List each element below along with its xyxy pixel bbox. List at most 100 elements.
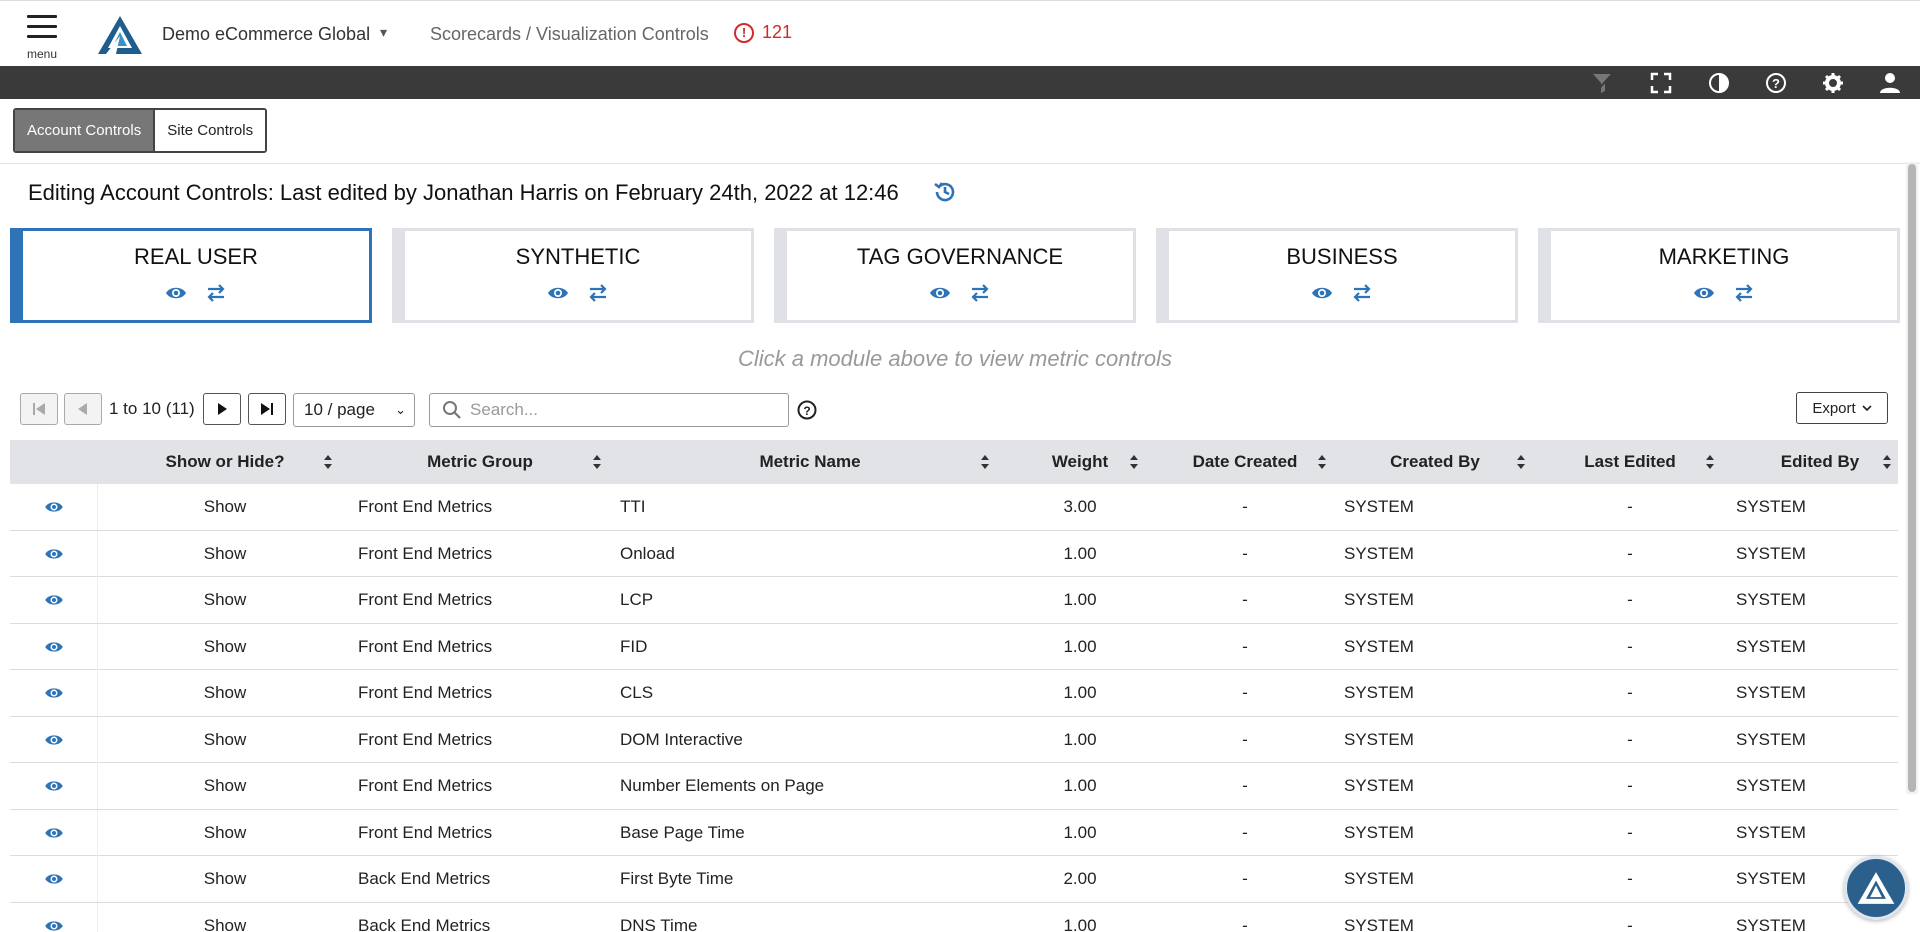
cell-show-or-hide: Show <box>203 590 247 609</box>
module-hint-text: Click a module above to view metric cont… <box>737 346 1173 371</box>
settings-icon[interactable] <box>1820 70 1846 96</box>
account-dropdown-icon[interactable]: ▾ <box>380 24 387 41</box>
cell-date-created: - <box>1242 683 1248 702</box>
table-row: Show Front End Metrics Onload 1.00 - SYSTEM - S… <box>10 530 1898 577</box>
sort-icon[interactable] <box>322 452 334 472</box>
module-card-marketing[interactable]: MARKETING <box>1538 228 1900 323</box>
cell-last-edited: - <box>1627 497 1633 516</box>
visibility-toggle-eye-icon[interactable] <box>10 530 98 577</box>
visibility-toggle-eye-icon[interactable] <box>10 902 98 932</box>
svg-text:?: ? <box>803 404 810 418</box>
swap-arrows-icon[interactable] <box>1733 283 1755 303</box>
help-icon[interactable]: ? <box>1763 70 1789 96</box>
last-page-button[interactable] <box>248 393 286 425</box>
column-header-metric-group[interactable]: Metric Group <box>350 440 610 484</box>
eye-icon[interactable] <box>547 283 569 303</box>
cell-metric-name: Base Page Time <box>620 822 745 842</box>
sort-icon[interactable] <box>979 452 991 472</box>
swap-arrows-icon[interactable] <box>1351 283 1373 303</box>
search-input[interactable] <box>470 400 770 420</box>
cell-last-edited: - <box>1627 683 1633 702</box>
fullscreen-icon[interactable] <box>1648 70 1674 96</box>
next-page-button[interactable] <box>203 393 241 425</box>
account-name[interactable]: Demo eCommerce Global <box>162 24 370 45</box>
module-card-business[interactable]: BUSINESS <box>1156 228 1518 323</box>
swap-arrows-icon[interactable] <box>969 283 991 303</box>
cell-edited-by: SYSTEM <box>1736 683 1806 702</box>
eye-icon[interactable] <box>929 283 951 303</box>
cell-metric-group: Front End Metrics <box>358 590 493 609</box>
sort-icon[interactable] <box>1704 452 1716 472</box>
module-title: TAG GOVERNANCE <box>856 244 1064 269</box>
column-header-last-edited[interactable]: Last Edited <box>1530 440 1730 484</box>
breadcrumb: Scorecards / Visualization Controls <box>430 24 709 44</box>
visibility-toggle-eye-icon[interactable] <box>10 577 98 623</box>
visibility-toggle-eye-icon[interactable] <box>10 484 98 530</box>
tab-site-controls[interactable]: Site Controls <box>155 110 266 151</box>
visibility-toggle-eye-icon[interactable] <box>10 856 98 902</box>
cell-show-or-hide: Show <box>203 915 247 932</box>
export-button[interactable]: Export <box>1796 392 1888 424</box>
contrast-icon[interactable] <box>1706 70 1732 96</box>
swap-arrows-icon[interactable] <box>587 283 609 303</box>
module-title: SYNTHETIC <box>515 244 641 269</box>
tab-account-controls[interactable]: Account Controls <box>15 110 156 151</box>
first-page-icon <box>33 403 45 415</box>
page-scrollbar[interactable] <box>1906 162 1918 794</box>
module-card-real-user[interactable]: REAL USER <box>10 228 372 323</box>
column-header-show-or-hide[interactable]: Show or Hide? <box>120 440 330 484</box>
search-help-icon[interactable]: ? <box>797 400 817 420</box>
eye-icon[interactable] <box>1311 283 1333 303</box>
sort-icon[interactable] <box>1316 452 1328 472</box>
chevron-down-icon <box>1862 405 1872 412</box>
visibility-toggle-eye-icon[interactable] <box>10 809 98 856</box>
search-field[interactable] <box>429 393 789 427</box>
column-header-date-created[interactable]: Date Created <box>1150 440 1340 484</box>
sort-icon[interactable] <box>591 452 603 472</box>
sort-icon[interactable] <box>1128 452 1140 472</box>
cell-weight: 1.00 <box>1063 683 1097 702</box>
cell-created-by: SYSTEM <box>1344 683 1414 702</box>
cell-last-edited: - <box>1627 636 1633 656</box>
table-row: Show Back End Metrics DNS Time 1.00 - SYSTEM -… <box>10 902 1898 932</box>
eye-icon[interactable] <box>1693 283 1715 303</box>
column-header-created-by[interactable]: Created By <box>1340 440 1530 484</box>
filter-icon[interactable] <box>1590 70 1616 96</box>
cell-weight: 1.00 <box>1063 636 1097 656</box>
top-header: menu Demo eCommerce Global ▾ Scorecards … <box>0 0 1920 66</box>
eye-icon[interactable] <box>165 283 187 303</box>
assistant-button[interactable] <box>1844 856 1908 920</box>
table-row: Show Front End Metrics TTI 3.00 - SYSTEM - SYST… <box>10 484 1898 531</box>
visibility-toggle-eye-icon[interactable] <box>10 763 98 809</box>
alert-count: 121 <box>762 22 793 42</box>
sort-icon[interactable] <box>1881 452 1893 472</box>
cell-weight: 1.00 <box>1063 822 1097 842</box>
history-icon[interactable] <box>932 179 958 205</box>
sort-icon[interactable] <box>1515 452 1527 472</box>
hamburger-icon-bar <box>27 25 57 28</box>
cell-created-by: SYSTEM <box>1344 915 1414 932</box>
module-card-tag-governance[interactable]: TAG GOVERNANCE <box>774 228 1136 323</box>
scrollbar-thumb[interactable] <box>1908 164 1916 792</box>
first-page-button[interactable] <box>20 393 58 425</box>
user-icon[interactable] <box>1877 70 1903 96</box>
brand-logo[interactable] <box>96 14 144 56</box>
menu-button[interactable]: menu <box>24 15 60 61</box>
visibility-toggle-eye-icon[interactable] <box>10 670 98 716</box>
swap-arrows-icon[interactable] <box>205 283 227 303</box>
last-page-icon <box>261 403 273 415</box>
visibility-toggle-eye-icon[interactable] <box>10 623 98 670</box>
cell-created-by: SYSTEM <box>1344 822 1414 842</box>
column-header-metric-name[interactable]: Metric Name <box>610 440 1010 484</box>
cell-weight: 2.00 <box>1063 869 1097 888</box>
module-card-synthetic[interactable]: SYNTHETIC <box>392 228 754 323</box>
page-size-select[interactable]: 10 / page ⌄ <box>293 393 415 427</box>
cell-weight: 1.00 <box>1063 915 1097 932</box>
cell-date-created: - <box>1242 590 1248 609</box>
cell-show-or-hide: Show <box>203 683 247 702</box>
brand-logo-icon <box>1857 872 1895 904</box>
cell-metric-group: Back End Metrics <box>358 915 491 932</box>
previous-page-button[interactable] <box>64 393 102 425</box>
visibility-toggle-eye-icon[interactable] <box>10 716 98 763</box>
alert-indicator[interactable]: ! 121 <box>734 22 792 43</box>
